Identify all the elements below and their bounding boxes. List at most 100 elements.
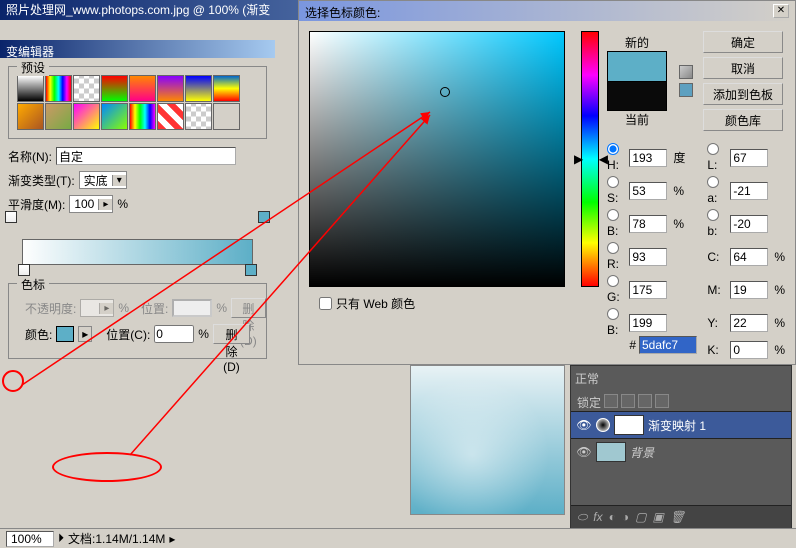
status-bar: ⏵ 文档:1.14M/1.14M ▸ bbox=[0, 528, 796, 548]
preset-swatch[interactable] bbox=[17, 75, 44, 102]
ok-button[interactable]: 确定 bbox=[703, 31, 783, 53]
preset-swatch[interactable] bbox=[45, 103, 72, 130]
add-swatch-button[interactable]: 添加到色板 bbox=[703, 83, 783, 105]
adjustment-new-icon[interactable]: ◑ bbox=[622, 510, 629, 525]
preset-swatch[interactable] bbox=[101, 75, 128, 102]
delete-opacity-button: 删除(D) bbox=[231, 298, 266, 318]
current-color-preview[interactable] bbox=[607, 81, 667, 111]
posc-label: 位置(C): bbox=[106, 326, 150, 343]
preset-swatch[interactable] bbox=[157, 75, 184, 102]
s-radio[interactable] bbox=[607, 176, 619, 188]
layer-row[interactable]: 👁 渐变映射 1 bbox=[571, 411, 791, 438]
blue-input[interactable] bbox=[629, 314, 667, 332]
folder-icon[interactable]: ▢ bbox=[635, 510, 646, 525]
g-radio[interactable] bbox=[607, 275, 619, 287]
current-label: 当前 bbox=[607, 111, 667, 128]
presets-label: 预设 bbox=[17, 59, 49, 76]
preset-swatch[interactable] bbox=[213, 75, 240, 102]
lock-icon[interactable] bbox=[638, 394, 652, 408]
image-preview bbox=[410, 365, 565, 515]
new-label: 新的 bbox=[607, 34, 667, 51]
preset-swatch[interactable] bbox=[73, 75, 100, 102]
preset-swatch[interactable] bbox=[73, 103, 100, 130]
type-combo[interactable]: 实底▾ bbox=[79, 171, 127, 189]
chevron-icon[interactable]: ⏵ bbox=[58, 531, 64, 546]
type-label: 渐变类型(T): bbox=[8, 172, 75, 189]
lab-b-input[interactable] bbox=[730, 215, 768, 233]
visibility-icon[interactable]: 👁 bbox=[576, 445, 592, 459]
a-input[interactable] bbox=[730, 182, 768, 200]
opacity-stop-right[interactable] bbox=[258, 211, 270, 223]
color-picker-dialog: 选择色标颜色: ✕ 只有 Web 颜色 ▶◀ 新的 bbox=[298, 0, 796, 365]
mask-icon[interactable]: ◐ bbox=[609, 510, 616, 525]
blue-radio[interactable] bbox=[607, 308, 619, 320]
preset-swatch[interactable] bbox=[45, 75, 72, 102]
websafe-icon[interactable] bbox=[679, 83, 693, 97]
a-radio[interactable] bbox=[707, 176, 719, 188]
color-values-grid: H: 度 L: S: % a: B: % b: R: C: % bbox=[607, 143, 785, 359]
preset-swatch[interactable] bbox=[129, 75, 156, 102]
posc-input[interactable] bbox=[154, 325, 194, 343]
color-well[interactable] bbox=[56, 326, 74, 342]
preset-swatch[interactable] bbox=[213, 103, 240, 130]
hex-input[interactable] bbox=[639, 336, 697, 354]
smooth-combo[interactable]: 100▸ bbox=[69, 195, 113, 213]
pct-label: % bbox=[117, 197, 128, 211]
lock-icon[interactable] bbox=[604, 394, 618, 408]
g-input[interactable] bbox=[629, 281, 667, 299]
lab-b-radio[interactable] bbox=[707, 209, 719, 221]
brightness-input[interactable] bbox=[629, 215, 667, 233]
preset-swatch[interactable] bbox=[185, 75, 212, 102]
cancel-button[interactable]: 取消 bbox=[703, 57, 783, 79]
preset-swatch[interactable] bbox=[101, 103, 128, 130]
layer-name[interactable]: 背景 bbox=[630, 444, 654, 461]
color-stop-right[interactable] bbox=[245, 264, 257, 276]
preset-swatch[interactable] bbox=[129, 103, 156, 130]
l-input[interactable] bbox=[730, 149, 768, 167]
cube-icon[interactable] bbox=[679, 65, 693, 79]
opacity-stop-left[interactable] bbox=[5, 211, 17, 223]
new-layer-icon[interactable]: ▣ bbox=[652, 510, 663, 525]
trash-icon[interactable]: 🗑 bbox=[670, 510, 685, 525]
close-icon[interactable]: ✕ bbox=[773, 4, 789, 18]
y-input[interactable] bbox=[730, 314, 768, 332]
delete-color-button[interactable]: 删除(D) bbox=[213, 324, 250, 344]
preset-swatch[interactable] bbox=[185, 103, 212, 130]
r-input[interactable] bbox=[629, 248, 667, 266]
preset-swatch[interactable] bbox=[157, 103, 184, 130]
b-radio[interactable] bbox=[607, 209, 619, 221]
color-libs-button[interactable]: 颜色库 bbox=[703, 109, 783, 131]
presets-fieldset: 预设 bbox=[8, 66, 267, 139]
link-icon[interactable]: ⬭ bbox=[577, 510, 587, 525]
fx-icon[interactable]: fx bbox=[593, 510, 602, 525]
layer-mask-thumb[interactable] bbox=[614, 415, 644, 435]
zoom-input[interactable] bbox=[6, 531, 54, 547]
gradient-preview-bar[interactable] bbox=[22, 239, 253, 265]
color-well-arrow[interactable]: ▸ bbox=[78, 326, 92, 342]
l-radio[interactable] bbox=[707, 143, 719, 155]
chevron-icon[interactable]: ▸ bbox=[169, 532, 175, 546]
stops-fieldset: 色标 不透明度: ▸ % 位置: % 删除(D) 颜色: ▸ 位置(C): % … bbox=[8, 283, 267, 359]
m-input[interactable] bbox=[730, 281, 768, 299]
layer-thumb[interactable] bbox=[596, 442, 626, 462]
saturation-field[interactable] bbox=[309, 31, 565, 287]
lock-icon[interactable] bbox=[621, 394, 635, 408]
blend-mode[interactable]: 正常 bbox=[575, 370, 599, 387]
web-only-label: 只有 Web 颜色 bbox=[336, 295, 415, 312]
s-input[interactable] bbox=[629, 182, 667, 200]
h-radio[interactable] bbox=[607, 143, 619, 155]
web-only-checkbox[interactable] bbox=[319, 297, 332, 310]
c-input[interactable] bbox=[730, 248, 768, 266]
hue-slider[interactable]: ▶◀ bbox=[581, 31, 599, 287]
layer-row[interactable]: 👁 背景 bbox=[571, 438, 791, 465]
saturation-cursor[interactable] bbox=[440, 87, 450, 97]
r-radio[interactable] bbox=[607, 242, 619, 254]
h-input[interactable] bbox=[629, 149, 667, 167]
lock-icon[interactable] bbox=[655, 394, 669, 408]
k-input[interactable] bbox=[730, 341, 768, 359]
visibility-icon[interactable]: 👁 bbox=[576, 418, 592, 432]
layer-name[interactable]: 渐变映射 1 bbox=[648, 417, 706, 434]
color-stop-left[interactable] bbox=[18, 264, 30, 276]
preset-swatch[interactable] bbox=[17, 103, 44, 130]
gradient-name-input[interactable] bbox=[56, 147, 236, 165]
